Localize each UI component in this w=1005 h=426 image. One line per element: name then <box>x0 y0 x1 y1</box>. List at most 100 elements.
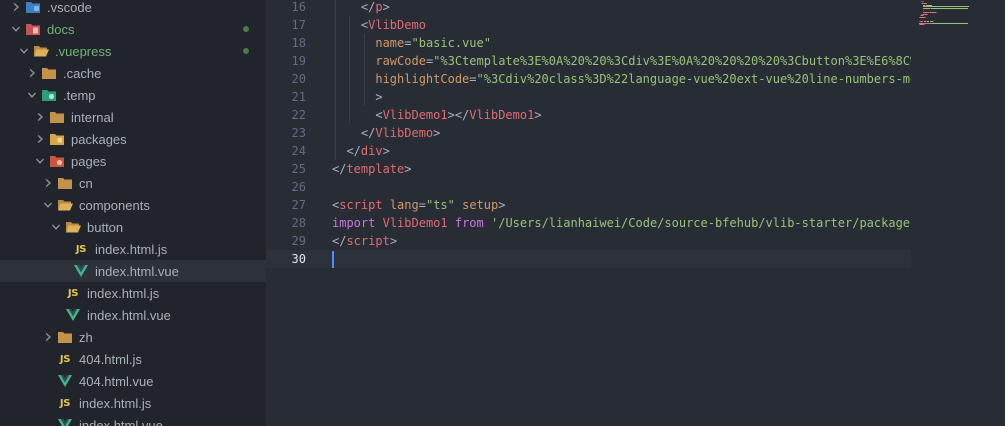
vue-file-icon <box>56 414 74 426</box>
code-token: < <box>332 108 383 122</box>
code-token: </ <box>360 0 376 14</box>
tree-item-label: docs <box>47 21 75 37</box>
folder-open-icon <box>32 40 50 62</box>
code-token: = <box>469 72 477 86</box>
code-line[interactable]: 29 </script> <box>266 232 911 250</box>
code-token: highlightCode <box>375 72 470 86</box>
code-line[interactable]: 18 name="basic.vue" <box>266 34 911 52</box>
chevron-down-icon[interactable] <box>40 194 56 216</box>
chevron-down-icon[interactable] <box>24 84 40 106</box>
folder-item[interactable]: .temp <box>0 84 266 106</box>
tree-item-label: .vscode <box>47 0 92 15</box>
code-line[interactable]: 30 <box>266 250 911 268</box>
code-token: < <box>332 18 369 32</box>
code-token: > <box>389 234 398 248</box>
line-text: </div> <box>332 142 389 160</box>
js-file-icon: JS <box>64 282 82 304</box>
file-item[interactable]: JS index.html.js <box>0 238 266 260</box>
folder-item[interactable]: button <box>0 216 266 238</box>
code-editor[interactable]: 16 </p> 17 <VlibDemo 18 name="basic.vue" 19… <box>266 0 911 426</box>
folder-open-icon <box>64 216 82 238</box>
chevron-right-icon[interactable] <box>40 326 56 348</box>
line-text: <script lang="ts" setup> <box>332 196 505 214</box>
line-number: 28 <box>291 216 306 230</box>
chevron-right-icon[interactable] <box>8 0 24 18</box>
tree-item-label: pages <box>71 153 107 169</box>
line-number: 23 <box>291 126 306 140</box>
folder-open-icon <box>56 194 74 216</box>
minimap-token <box>931 8 968 10</box>
code-line[interactable]: 25 </template> <box>266 160 911 178</box>
file-item[interactable]: JS index.html.js <box>0 392 266 414</box>
js-badge-label: JS <box>75 243 87 255</box>
code-token: VlibDemo <box>368 18 426 32</box>
code-line[interactable]: 26 <box>266 178 911 196</box>
vscode-folder-icon <box>24 0 42 18</box>
chevron-right-icon[interactable] <box>40 172 56 194</box>
code-token: > <box>498 198 506 212</box>
code-line[interactable]: 21 > <box>266 88 911 106</box>
code-line[interactable]: 17 <VlibDemo <box>266 16 911 34</box>
file-item[interactable]: 404.html.vue <box>0 370 266 392</box>
folder-item[interactable]: .cache <box>0 62 266 84</box>
chevron-right-icon[interactable] <box>24 62 40 84</box>
folder-icon <box>56 172 74 194</box>
vue-file-icon <box>64 304 82 326</box>
folder-item[interactable]: docs <box>0 18 266 40</box>
chevron-right-icon[interactable] <box>32 128 48 150</box>
folder-item[interactable]: zh <box>0 326 266 348</box>
chevron-right-icon[interactable] <box>32 106 48 128</box>
minimap[interactable] <box>911 0 1005 426</box>
line-number: 18 <box>291 36 306 50</box>
line-number: 27 <box>291 198 306 212</box>
file-item[interactable]: JS index.html.js <box>0 282 266 304</box>
tree-item-label: index.html.js <box>87 285 160 301</box>
git-modified-dot <box>243 26 249 32</box>
line-number: 21 <box>291 90 306 104</box>
folder-item[interactable]: components <box>0 194 266 216</box>
tree-item-label: index.html.js <box>79 395 152 411</box>
code-line[interactable]: 27 <script lang="ts" setup> <box>266 196 911 214</box>
js-badge-label: JS <box>67 287 79 299</box>
code-line[interactable]: 22 <VlibDemo1></VlibDemo1> <box>266 106 911 124</box>
code-token: </ <box>332 162 347 176</box>
code-token: > <box>404 162 412 176</box>
folder-item[interactable]: .vscode <box>0 0 266 18</box>
code-line[interactable]: 20 highlightCode="%3Cdiv%20class%3D%22la… <box>266 70 911 88</box>
code-token: script <box>339 198 383 212</box>
code-line[interactable]: 24 </div> <box>266 142 911 160</box>
code-token: ></ <box>447 108 470 122</box>
tree-item-label: index.html.vue <box>87 307 171 323</box>
code-token: "%3Ctemplate%3E%0A%20%20%3Cdiv%3E%0A%20%… <box>433 54 911 68</box>
chevron-down-icon[interactable] <box>16 40 32 62</box>
temp-folder-icon <box>40 84 58 106</box>
chevron-down-icon[interactable] <box>32 150 48 172</box>
code-line[interactable]: 23 </VlibDemo> <box>266 124 911 142</box>
code-line[interactable]: 28 import VlibDemo1 from '/Users/lianhaiw… <box>266 214 911 232</box>
code-line[interactable]: 19 rawCode="%3Ctemplate%3E%0A%20%20%3Cdi… <box>266 52 911 70</box>
folder-item[interactable]: pages <box>0 150 266 172</box>
docs-folder-icon <box>24 18 42 40</box>
file-item[interactable]: index.html.vue <box>0 260 266 282</box>
code-token: import <box>332 216 376 230</box>
line-text: <VlibDemo1></VlibDemo1> <box>332 106 541 124</box>
chevron-down-icon[interactable] <box>8 18 24 40</box>
folder-item[interactable]: packages <box>0 128 266 150</box>
code-token: </ <box>332 234 347 248</box>
file-item[interactable]: JS 404.html.js <box>0 348 266 370</box>
code-token: </ <box>332 126 376 140</box>
folder-item[interactable]: cn <box>0 172 266 194</box>
line-number: 26 <box>291 180 306 194</box>
folder-item[interactable]: internal <box>0 106 266 128</box>
tree-item-label: index.html.vue <box>79 417 163 426</box>
folder-item[interactable]: .vuepress <box>0 40 266 62</box>
tree-item-label: 404.html.vue <box>79 373 154 389</box>
file-item[interactable]: index.html.vue <box>0 304 266 326</box>
code-token: p <box>375 0 383 14</box>
file-item[interactable]: index.html.vue <box>0 414 266 426</box>
chevron-down-icon[interactable] <box>48 216 64 238</box>
code-line[interactable]: 16 </p> <box>266 0 911 16</box>
minimap-token <box>923 24 925 26</box>
